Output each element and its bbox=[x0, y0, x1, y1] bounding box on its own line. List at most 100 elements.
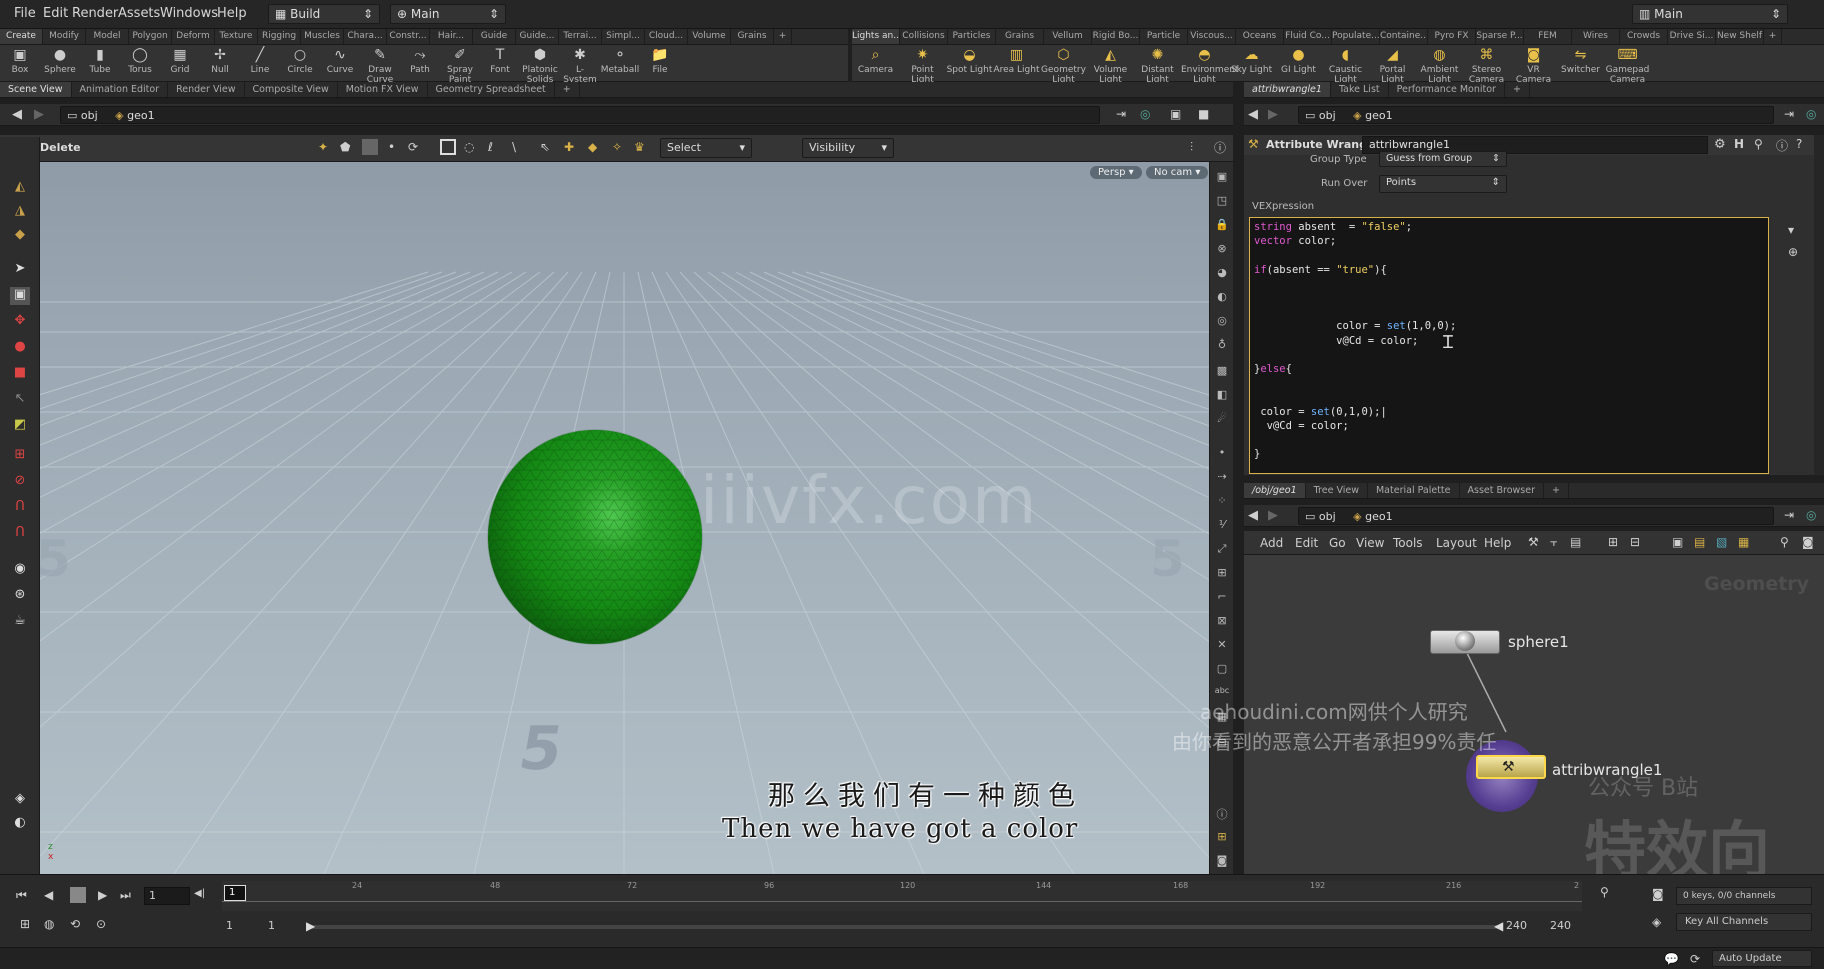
back-arrow-icon[interactable]: ◀ bbox=[1248, 508, 1258, 523]
display-toggle-icon[interactable]: ▣ bbox=[1214, 170, 1230, 186]
shelf-tab-0[interactable]: Create bbox=[0, 29, 43, 44]
camera-menu[interactable]: No cam ▾ bbox=[1146, 166, 1209, 179]
shelf-tab-3[interactable]: Grains bbox=[996, 29, 1044, 44]
magnet-icon[interactable]: Ո bbox=[10, 525, 30, 543]
network-image-icon[interactable]: ▣ bbox=[1672, 535, 1683, 549]
shelf-tool-font[interactable]: T Font bbox=[480, 45, 520, 81]
select-prims-icon[interactable]: ⬟ bbox=[340, 140, 350, 154]
range-start2[interactable]: 1 bbox=[268, 919, 275, 932]
group-type-dropdown[interactable]: Guess from Group ⇕ bbox=[1379, 151, 1507, 167]
shelf-tab-17[interactable]: Grains bbox=[731, 29, 774, 44]
snap-point-icon[interactable]: Ո bbox=[10, 499, 30, 517]
shelf-tab-9[interactable]: Fluid Co... bbox=[1284, 29, 1332, 44]
shelf-tool-camera[interactable]: ⌕ Camera bbox=[852, 45, 899, 81]
search-icon[interactable]: ⚲ bbox=[1754, 137, 1763, 151]
add-tab-icon[interactable]: + bbox=[1505, 82, 1530, 97]
pin-icon[interactable]: ⇥ bbox=[1116, 107, 1126, 121]
shelf-tab-14[interactable]: FEM bbox=[1524, 29, 1572, 44]
shelf-tab-18[interactable]: New Shelf bbox=[1716, 29, 1764, 44]
keys-icon[interactable]: ◙ bbox=[1652, 887, 1664, 901]
shelf-tab-12[interactable]: Pyro FX bbox=[1428, 29, 1476, 44]
shelf-tab-6[interactable]: Particle bbox=[1140, 29, 1188, 44]
tab-tree-view[interactable]: Tree View bbox=[1306, 483, 1368, 498]
view-tool-icon[interactable]: ◮ bbox=[10, 203, 30, 221]
add-tab-icon[interactable]: + bbox=[555, 82, 580, 97]
snapshot-icon[interactable]: ◙ bbox=[1214, 854, 1230, 870]
select-edges-icon[interactable]: • bbox=[388, 140, 395, 154]
select-visible-icon[interactable]: ✧ bbox=[612, 140, 622, 154]
auto-update-dropdown[interactable]: Auto Update bbox=[1712, 950, 1812, 967]
shelf-tab-2[interactable]: Particles bbox=[948, 29, 996, 44]
realtime-icon[interactable]: ⊞ bbox=[20, 917, 30, 931]
select-connected-icon[interactable]: ◆ bbox=[588, 140, 597, 154]
background-image-icon[interactable]: ▧ bbox=[1716, 535, 1727, 549]
box-select-icon[interactable] bbox=[440, 139, 456, 155]
shelf-tab-5[interactable]: Texture bbox=[215, 29, 258, 44]
display-options-icon[interactable]: ⫶ bbox=[1190, 140, 1193, 155]
loop-icon[interactable]: ⟲ bbox=[70, 917, 80, 931]
shelf-tool-platonic[interactable]: ⬢ Platonic Solids bbox=[520, 45, 560, 85]
shelf-tool-area-light[interactable]: ▥ Area Light bbox=[993, 45, 1040, 81]
menu-render[interactable]: Render bbox=[72, 6, 118, 21]
shelf-tool-stereo-camera[interactable]: ⌘ Stereo Camera bbox=[1463, 45, 1510, 85]
safe-area-icon[interactable]: ✕ bbox=[1214, 638, 1230, 654]
lock-tool-icon[interactable]: ▣ bbox=[10, 287, 30, 305]
light-link-icon[interactable]: ◐ bbox=[10, 815, 30, 833]
snap-prim-icon[interactable]: ⊘ bbox=[10, 473, 30, 491]
sphere1-node-label[interactable]: sphere1 bbox=[1508, 633, 1569, 651]
bulb-icon[interactable]: ♁ bbox=[1214, 338, 1230, 354]
wrench-icon[interactable]: ⚒ bbox=[1528, 535, 1539, 549]
range-end[interactable]: 240 bbox=[1506, 919, 1527, 932]
shelf-tool-volume-light[interactable]: ◭ Volume Light bbox=[1087, 45, 1134, 85]
settings-icon[interactable]: ⊙ bbox=[96, 917, 106, 931]
shelf-tool-torus[interactable]: ◯ Torus bbox=[120, 45, 160, 81]
add-shelf-icon[interactable]: + bbox=[774, 29, 792, 44]
zoom-icon[interactable]: ⚲ bbox=[1600, 885, 1609, 899]
pin-icon[interactable]: ⇥ bbox=[1784, 107, 1794, 121]
point-display-icon[interactable]: • bbox=[1214, 446, 1230, 462]
shelf-tool-sky-light[interactable]: ☁ Sky Light bbox=[1228, 45, 1275, 81]
shelf-tool-gamepad-camera[interactable]: ⌨ Gamepad Camera bbox=[1604, 45, 1651, 85]
layout-grid-icon[interactable]: ⊞ bbox=[1214, 830, 1230, 846]
range-end-handle[interactable]: ◀ bbox=[1494, 919, 1503, 933]
menu-add[interactable]: Add bbox=[1260, 536, 1283, 550]
shelf-tool-path[interactable]: ⤳ Path bbox=[400, 45, 440, 81]
tab-motion-fx-view[interactable]: Motion FX View bbox=[338, 82, 428, 97]
range-end2[interactable]: 240 bbox=[1550, 919, 1571, 932]
parm-path-field[interactable]: ▭ obj ◈ geo1 bbox=[1298, 106, 1774, 124]
menu-view[interactable]: View bbox=[1356, 536, 1384, 550]
menu-help[interactable]: Help bbox=[1484, 536, 1511, 550]
shelf-tool-draw-curve[interactable]: ✎ Draw Curve bbox=[360, 45, 400, 85]
hda-icon[interactable]: H bbox=[1734, 137, 1744, 151]
scale-tool-icon[interactable]: ■ bbox=[10, 365, 30, 383]
shelf-tab-14[interactable]: Simpl... bbox=[602, 29, 645, 44]
menu-help[interactable]: Help bbox=[217, 6, 247, 21]
tab-asset-browser[interactable]: Asset Browser bbox=[1460, 483, 1544, 498]
shelf-tab-1[interactable]: Modify bbox=[43, 29, 86, 44]
shading-icon[interactable]: ◕ bbox=[1214, 266, 1230, 282]
menu-go[interactable]: Go bbox=[1329, 536, 1346, 550]
select-tool-icon[interactable]: ➤ bbox=[10, 261, 30, 279]
shelf-tab-10[interactable]: Populate... bbox=[1332, 29, 1380, 44]
move-tool-icon[interactable]: ✥ bbox=[10, 313, 30, 331]
ghost-icon[interactable]: ◳ bbox=[1214, 194, 1230, 210]
layout-icon[interactable]: ▣ bbox=[1170, 107, 1181, 121]
light-tool-icon[interactable]: ◈ bbox=[10, 791, 30, 809]
maximize-icon[interactable]: ■ bbox=[1198, 107, 1209, 121]
brush-select-icon[interactable]: ℓ bbox=[488, 140, 493, 154]
transform-tool-icon[interactable]: ↖ bbox=[10, 391, 30, 409]
stop-icon[interactable] bbox=[70, 887, 86, 903]
back-arrow-icon[interactable]: ◀ bbox=[1248, 107, 1258, 122]
menu-edit[interactable]: Edit bbox=[43, 6, 68, 21]
menu-layout[interactable]: Layout bbox=[1436, 536, 1477, 550]
shelf-tool-file[interactable]: 📁 File bbox=[640, 45, 680, 81]
menu-file[interactable]: File bbox=[14, 6, 36, 21]
shelf-tool-caustic-light[interactable]: ◖ Caustic Light bbox=[1322, 45, 1369, 85]
shelf-tab-15[interactable]: Wires bbox=[1572, 29, 1620, 44]
shelf-tab-0[interactable]: Lights an... bbox=[852, 29, 900, 44]
normal-display-icon[interactable]: ⇢ bbox=[1214, 470, 1230, 486]
flipbook-icon[interactable]: ⊛ bbox=[10, 587, 30, 605]
forward-arrow-icon[interactable]: ▶ bbox=[1268, 107, 1278, 122]
shelf-tool-gi-light[interactable]: ● GI Light bbox=[1275, 45, 1322, 81]
menu-tools[interactable]: Tools bbox=[1393, 536, 1423, 550]
